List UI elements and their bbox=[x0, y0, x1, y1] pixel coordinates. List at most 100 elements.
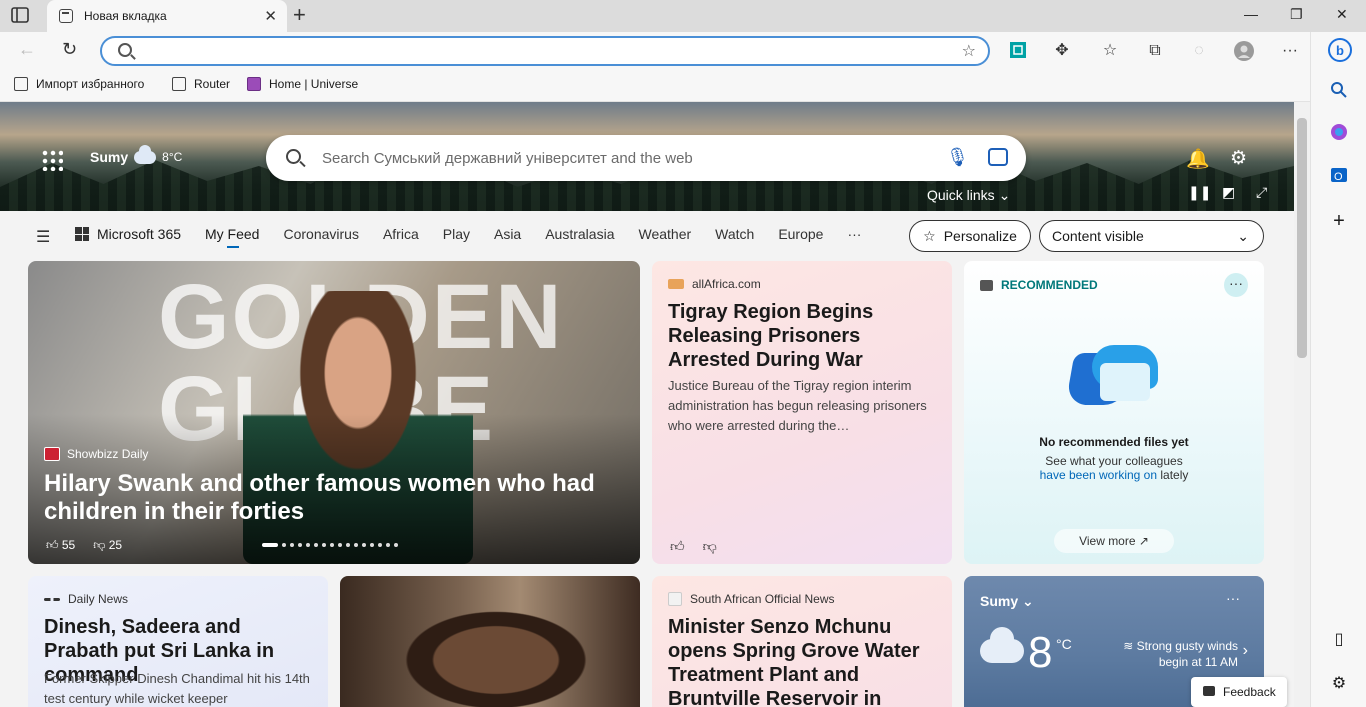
carousel-dot[interactable] bbox=[394, 543, 398, 547]
feed-tabs-more[interactable]: ··· bbox=[847, 226, 861, 242]
feed-tab-europe[interactable]: Europe bbox=[778, 226, 823, 242]
performance-icon[interactable]: ◌ bbox=[1189, 41, 1209, 61]
source-name: allAfrica.com bbox=[692, 277, 761, 291]
collections-icon[interactable]: ⧉ bbox=[1145, 41, 1165, 61]
carousel-dot[interactable] bbox=[314, 543, 318, 547]
feed-tab-play[interactable]: Play bbox=[443, 226, 470, 242]
news-card-hero[interactable]: GOLDEN GLOBE Showbizz Daily Hilary Swank… bbox=[28, 261, 640, 564]
back-button[interactable]: ← bbox=[18, 39, 36, 60]
weather-mini[interactable]: Sumy 8°C bbox=[90, 144, 182, 165]
quick-links-toggle[interactable]: Quick links ⌄ bbox=[927, 187, 1010, 204]
search-icon[interactable] bbox=[1328, 81, 1350, 103]
minimize-button[interactable]: — bbox=[1244, 6, 1258, 22]
profile-avatar-icon[interactable] bbox=[1234, 41, 1254, 61]
dislike-button[interactable]: 👎︎ 25 bbox=[93, 538, 122, 553]
news-card-daily[interactable]: Daily News Dinesh, Sadeera and Prabath p… bbox=[28, 576, 328, 707]
new-tab-button[interactable]: + bbox=[293, 3, 306, 27]
article-title[interactable]: Tigray Region Begins Releasing Prisoners… bbox=[668, 300, 936, 372]
bookmark-import-favorites[interactable]: Импорт избранного bbox=[14, 77, 144, 91]
sa-news-logo-icon bbox=[668, 592, 682, 606]
news-card-photo[interactable] bbox=[340, 576, 640, 707]
tab-new-tab[interactable]: Новая вкладка ✕ bbox=[47, 0, 287, 32]
thumbs-up-icon[interactable]: 👍︎ bbox=[670, 538, 685, 555]
extensions-puzzle-icon[interactable]: ✥ bbox=[1052, 41, 1072, 61]
content-visibility-select[interactable]: Content visible ⌄ bbox=[1039, 220, 1264, 252]
carousel-dot[interactable] bbox=[362, 543, 366, 547]
feed-tab-weather[interactable]: Weather bbox=[638, 226, 691, 242]
colleagues-link[interactable]: have been working on bbox=[1040, 468, 1157, 482]
card-more-button[interactable]: ··· bbox=[1226, 590, 1240, 606]
restore-button[interactable]: ❐ bbox=[1290, 6, 1303, 23]
svg-text:O: O bbox=[1334, 171, 1343, 183]
bing-copilot-icon[interactable]: b bbox=[1328, 38, 1352, 62]
carousel-indicator[interactable] bbox=[262, 543, 398, 547]
carousel-dot[interactable] bbox=[298, 543, 302, 547]
article-title[interactable]: Hilary Swank and other famous women who … bbox=[44, 470, 604, 526]
sidebar-settings-icon[interactable]: ⚙ bbox=[1328, 673, 1350, 695]
carousel-dot[interactable] bbox=[262, 543, 278, 547]
carousel-dot[interactable] bbox=[386, 543, 390, 547]
microphone-icon[interactable]: 🎙 bbox=[946, 147, 969, 168]
visual-search-icon[interactable] bbox=[988, 148, 1008, 166]
vertical-tabs-icon[interactable] bbox=[10, 6, 38, 28]
bookmark-home-universe[interactable]: Home | Universe bbox=[247, 77, 358, 91]
feed-tab-watch[interactable]: Watch bbox=[715, 226, 754, 242]
card-more-button[interactable]: ··· bbox=[1224, 273, 1248, 297]
carousel-dot[interactable] bbox=[378, 543, 382, 547]
fullscreen-icon[interactable]: ⤢ bbox=[1256, 184, 1267, 201]
bookmark-router[interactable]: Router bbox=[172, 77, 230, 91]
page-scrollbar[interactable] bbox=[1294, 102, 1310, 707]
carousel-dot[interactable] bbox=[330, 543, 334, 547]
like-background-icon[interactable]: ◩ bbox=[1222, 184, 1235, 201]
carousel-dot[interactable] bbox=[282, 543, 286, 547]
carousel-dot[interactable] bbox=[354, 543, 358, 547]
office-icon[interactable] bbox=[1328, 123, 1350, 145]
feed-tab-my-feed[interactable]: My Feed bbox=[205, 226, 259, 248]
feed-tab-australasia[interactable]: Australasia bbox=[545, 226, 614, 242]
settings-more-button[interactable]: ··· bbox=[1280, 41, 1300, 61]
page-settings-gear-icon[interactable]: ⚙ bbox=[1230, 147, 1247, 170]
view-more-button[interactable]: View more ↗ bbox=[1054, 529, 1174, 553]
like-button[interactable]: 👍︎ 55 bbox=[46, 538, 75, 553]
notifications-bell-icon[interactable]: 🔔 bbox=[1186, 147, 1210, 171]
page-icon bbox=[172, 77, 186, 91]
tab-close-icon[interactable]: ✕ bbox=[264, 7, 277, 25]
feed-navigation: ☰ Microsoft 365 My Feed Coronavirus Afri… bbox=[0, 211, 1294, 261]
bookmark-label: Импорт избранного bbox=[36, 77, 145, 91]
search-icon bbox=[286, 149, 301, 164]
add-sidebar-app-icon[interactable]: + bbox=[1328, 210, 1350, 232]
news-card-tigray[interactable]: allAfrica.com Tigray Region Begins Relea… bbox=[652, 261, 952, 564]
app-launcher-icon[interactable] bbox=[41, 149, 63, 171]
favorites-icon[interactable]: ☆ bbox=[1100, 41, 1120, 61]
carousel-dot[interactable] bbox=[290, 543, 294, 547]
feed-tab-africa[interactable]: Africa bbox=[383, 226, 419, 242]
reload-button[interactable]: ↻ bbox=[62, 39, 77, 60]
universe-logo-icon bbox=[247, 77, 261, 91]
web-search-box[interactable]: Search Сумський державний університет an… bbox=[266, 135, 1026, 181]
personalize-button[interactable]: ☆ Personalize bbox=[909, 220, 1031, 252]
chevron-right-icon[interactable]: › bbox=[1243, 642, 1248, 660]
carousel-dot[interactable] bbox=[306, 543, 310, 547]
news-card-minister[interactable]: South African Official News Minister Sen… bbox=[652, 576, 952, 707]
carousel-dot[interactable] bbox=[346, 543, 350, 547]
extension-icon[interactable] bbox=[1008, 41, 1028, 61]
address-bar[interactable]: ☆ bbox=[100, 36, 990, 66]
scrollbar-thumb[interactable] bbox=[1297, 118, 1307, 358]
thumbs-down-icon[interactable]: 👎︎ bbox=[703, 538, 717, 555]
add-favorite-icon[interactable]: ☆ bbox=[962, 41, 976, 61]
close-window-button[interactable]: ✕ bbox=[1336, 6, 1348, 23]
hide-sidebar-icon[interactable]: ▯ bbox=[1328, 629, 1350, 651]
feed-tab-coronavirus[interactable]: Coronavirus bbox=[283, 226, 358, 242]
carousel-dot[interactable] bbox=[338, 543, 342, 547]
outlook-icon[interactable]: O bbox=[1328, 166, 1350, 188]
feedback-button[interactable]: Feedback bbox=[1191, 677, 1287, 707]
weather-city-select[interactable]: Sumy ⌄ bbox=[980, 593, 1034, 610]
address-input[interactable] bbox=[142, 41, 942, 61]
hamburger-menu-icon[interactable]: ☰ bbox=[36, 227, 50, 247]
carousel-dot[interactable] bbox=[322, 543, 326, 547]
feed-tab-asia[interactable]: Asia bbox=[494, 226, 521, 242]
carousel-dot[interactable] bbox=[370, 543, 374, 547]
article-title[interactable]: Minister Senzo Mchunu opens Spring Grove… bbox=[668, 615, 936, 707]
microsoft-365-tab[interactable]: Microsoft 365 bbox=[75, 226, 181, 242]
pause-background-icon[interactable]: ❚❚ bbox=[1188, 184, 1211, 201]
